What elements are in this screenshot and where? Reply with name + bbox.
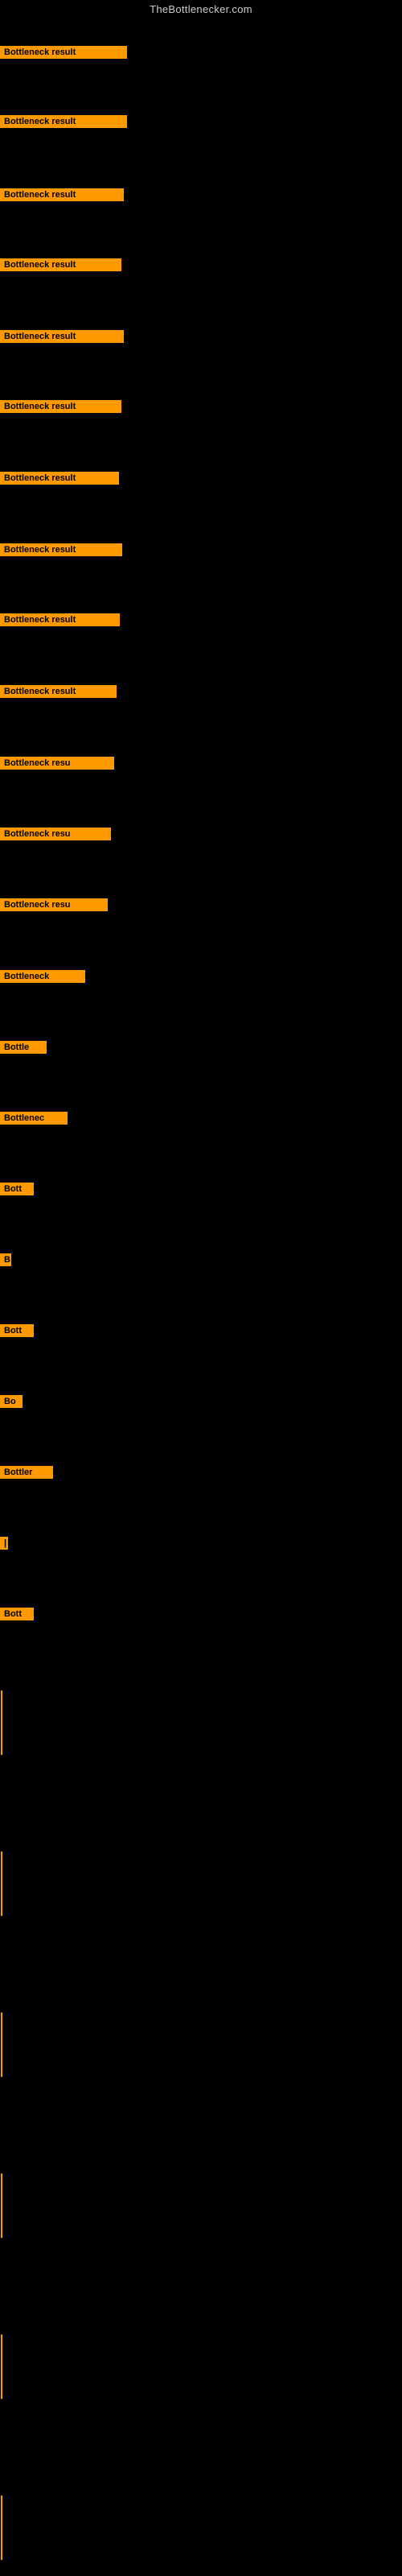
bottleneck-badge: Bottleneck result xyxy=(0,613,120,626)
bottleneck-badge: Bott xyxy=(0,1183,34,1195)
vertical-line xyxy=(1,2334,2,2399)
bottleneck-badge: Bottleneck result xyxy=(0,685,117,698)
bottleneck-badge: Bottleneck result xyxy=(0,115,127,128)
bottleneck-badge: Bottle xyxy=(0,1041,47,1054)
bottleneck-badge: Bo xyxy=(0,1395,23,1408)
bottleneck-badge: Bott xyxy=(0,1324,34,1337)
bottleneck-badge: Bottler xyxy=(0,1466,53,1479)
bottleneck-badge: Bottleneck resu xyxy=(0,828,111,840)
bottleneck-badge: Bottleneck result xyxy=(0,330,124,343)
vertical-line xyxy=(1,1852,2,1916)
bottleneck-badge: Bottleneck result xyxy=(0,46,127,59)
vertical-line xyxy=(1,2496,2,2560)
bottleneck-badge: Bottleneck resu xyxy=(0,757,114,770)
bottleneck-badge: | xyxy=(0,1537,8,1550)
bottleneck-badge: Bottleneck result xyxy=(0,188,124,201)
bottleneck-badge: Bottleneck result xyxy=(0,400,121,413)
vertical-line xyxy=(1,2013,2,2077)
vertical-line xyxy=(1,1690,2,1755)
bottleneck-badge: Bottleneck result xyxy=(0,258,121,271)
bottleneck-badge: Bottlenec xyxy=(0,1112,68,1125)
bottleneck-badge: Bottleneck resu xyxy=(0,898,108,911)
bottleneck-badge: Bott xyxy=(0,1608,34,1620)
site-title: TheBottlenecker.com xyxy=(0,0,402,22)
vertical-line xyxy=(1,2174,2,2238)
bottleneck-badge: Bottleneck result xyxy=(0,543,122,556)
bottleneck-badge: B xyxy=(0,1253,11,1266)
bottleneck-badge: Bottleneck xyxy=(0,970,85,983)
bottleneck-badge: Bottleneck result xyxy=(0,472,119,485)
